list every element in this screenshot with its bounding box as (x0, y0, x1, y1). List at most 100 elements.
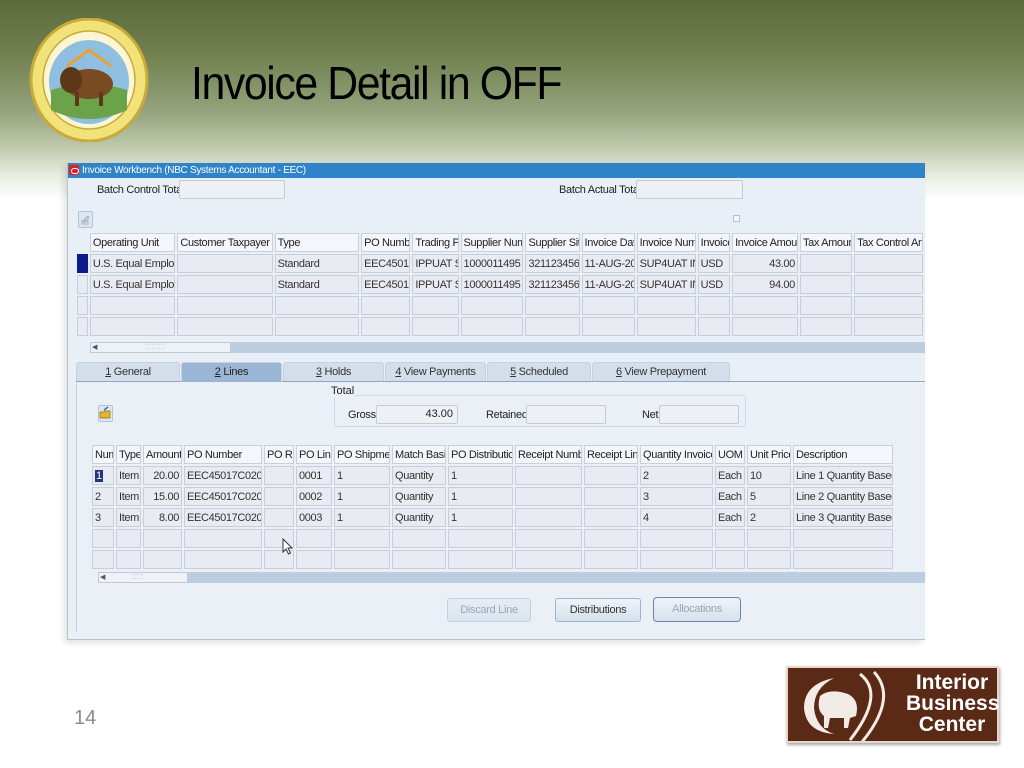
cell-supplier-num[interactable]: 1000011495 (460, 275, 524, 294)
cell-supplier-num[interactable] (460, 317, 524, 336)
cell-po-line[interactable]: 0003 (296, 508, 332, 527)
column-header-invoice-num[interactable]: Invoice Num (636, 233, 696, 252)
invoice-row[interactable] (77, 317, 923, 336)
cell-invoice[interactable]: USD (697, 275, 731, 294)
scroll-left-arrow-icon[interactable]: ◀ (100, 573, 105, 581)
cell-amount[interactable]: 20.00 (143, 466, 182, 485)
cell-tax-amount[interactable] (799, 254, 853, 273)
cell-receipt-number[interactable] (515, 466, 582, 485)
column-header-invoice-date[interactable]: Invoice Date (581, 233, 635, 252)
cell-customer-taxpayer-id[interactable] (177, 254, 273, 273)
distributions-button[interactable]: Distributions (555, 598, 641, 622)
cell-po-number[interactable]: EEC45017( (361, 254, 411, 273)
column-header-unit-price[interactable]: Unit Price (747, 445, 791, 464)
cell-po-number[interactable]: EEC45017C0200 (184, 487, 262, 506)
cell-type[interactable]: Standard (274, 275, 360, 294)
cell-uom[interactable]: Each (715, 466, 745, 485)
folder-button[interactable] (98, 405, 113, 422)
cell-supplier-num[interactable] (460, 296, 524, 315)
cell-description[interactable] (793, 550, 893, 569)
column-header-supplier-num[interactable]: Supplier Num (460, 233, 524, 252)
column-header-receipt-line[interactable]: Receipt Line (584, 445, 638, 464)
cell-receipt-line[interactable] (584, 529, 638, 548)
tab-scheduled-payments[interactable]: 5 Scheduled Payments (487, 362, 591, 397)
cell-uom[interactable]: Each (715, 487, 745, 506)
cell-po-distribution[interactable] (448, 529, 513, 548)
cell-match-basis[interactable] (392, 529, 446, 548)
cell-operating-unit[interactable]: U.S. Equal Employm (89, 275, 176, 294)
cell-tax-control-am[interactable] (854, 317, 923, 336)
cell-description[interactable] (793, 529, 893, 548)
cell-operating-unit[interactable]: U.S. Equal Employm (89, 254, 176, 273)
cell-po-rel[interactable] (264, 466, 294, 485)
cell-type[interactable] (116, 529, 141, 548)
cell-po-shipment[interactable]: 1 (334, 508, 390, 527)
column-header-invoice-amount[interactable]: Invoice Amount (732, 233, 798, 252)
cell-unit-price[interactable]: 10 (747, 466, 791, 485)
column-header-po-distribution[interactable]: PO Distribution (448, 445, 513, 464)
row-selector[interactable] (77, 296, 88, 315)
cell-type[interactable]: Item (116, 508, 141, 527)
attachment-button[interactable] (78, 211, 93, 228)
cell-invoice-num[interactable] (636, 296, 696, 315)
cell-tax-amount[interactable] (799, 296, 853, 315)
column-header-description[interactable]: Description (793, 445, 893, 464)
cell-customer-taxpayer-id[interactable] (177, 296, 273, 315)
cell-receipt-number[interactable] (515, 550, 582, 569)
cell-invoice[interactable] (697, 296, 731, 315)
cell-match-basis[interactable]: Quantity (392, 466, 446, 485)
cell-supplier-num[interactable]: 1000011495 (460, 254, 524, 273)
tab-view-payments[interactable]: 4 View Payments (385, 362, 486, 381)
cell-num[interactable] (92, 529, 114, 548)
cell-amount[interactable] (143, 529, 182, 548)
tab-lines[interactable]: 2 Lines (181, 362, 282, 382)
cell-match-basis[interactable]: Quantity (392, 508, 446, 527)
invoice-row[interactable]: U.S. Equal Employm StandardEEC45017(IPPUA… (77, 254, 923, 273)
cell-supplier-site[interactable]: 321123456 (525, 275, 580, 294)
cell-quantity-invoiced[interactable]: 3 (640, 487, 713, 506)
net-field[interactable] (659, 405, 739, 424)
cell-tax-amount[interactable] (799, 317, 853, 336)
cell-invoice-date[interactable] (581, 296, 635, 315)
cell-type[interactable] (274, 317, 360, 336)
cell-receipt-number[interactable] (515, 529, 582, 548)
cell-po-line[interactable]: 0002 (296, 487, 332, 506)
cell-type[interactable]: Item (116, 466, 141, 485)
cell-po-shipment[interactable]: 1 (334, 466, 390, 485)
cell-uom[interactable] (715, 550, 745, 569)
cell-match-basis[interactable] (392, 550, 446, 569)
cell-invoice[interactable]: USD (697, 254, 731, 273)
cell-po-shipment[interactable]: 1 (334, 487, 390, 506)
cell-invoice-date[interactable]: 11-AUG-201 (581, 254, 635, 273)
cell-invoice-num[interactable]: SUP4UAT INV (636, 275, 696, 294)
invoice-row[interactable]: U.S. Equal Employm StandardEEC45017(IPPUA… (77, 275, 923, 294)
cell-num[interactable]: 1 (92, 466, 114, 485)
line-row[interactable] (92, 529, 893, 548)
cell-po-distribution[interactable] (448, 550, 513, 569)
row-selector[interactable] (77, 275, 88, 294)
cell-invoice-num[interactable] (636, 317, 696, 336)
column-header-receipt-number[interactable]: Receipt Number (515, 445, 582, 464)
cell-receipt-number[interactable] (515, 487, 582, 506)
cell-po-number[interactable]: EEC45017C0200 (184, 508, 262, 527)
cell-uom[interactable] (715, 529, 745, 548)
cell-customer-taxpayer-id[interactable] (177, 275, 273, 294)
cell-amount[interactable] (143, 550, 182, 569)
column-header-customer-taxpayer-id[interactable]: Customer Taxpayer ID (177, 233, 273, 252)
cell-supplier-site[interactable] (525, 296, 580, 315)
cell-unit-price[interactable]: 2 (747, 508, 791, 527)
cell-customer-taxpayer-id[interactable] (177, 317, 273, 336)
invoice-row[interactable] (77, 296, 923, 315)
cell-po-shipment[interactable] (334, 529, 390, 548)
cell-po-shipment[interactable] (334, 550, 390, 569)
row-selector[interactable] (77, 317, 88, 336)
lines-horizontal-scrollbar[interactable]: ◀ ⁚⁚⁚⁚⁚⁚ (98, 572, 925, 583)
gross-field[interactable]: 43.00 (376, 405, 458, 424)
cell-invoice-amount[interactable]: 43.00 (732, 254, 798, 273)
cell-unit-price[interactable] (747, 529, 791, 548)
cell-po-number[interactable]: EEC45017( (361, 275, 411, 294)
column-header-amount[interactable]: Amount (143, 445, 182, 464)
cell-match-basis[interactable]: Quantity (392, 487, 446, 506)
cell-po-line[interactable] (296, 529, 332, 548)
cell-tax-control-am[interactable] (854, 296, 923, 315)
